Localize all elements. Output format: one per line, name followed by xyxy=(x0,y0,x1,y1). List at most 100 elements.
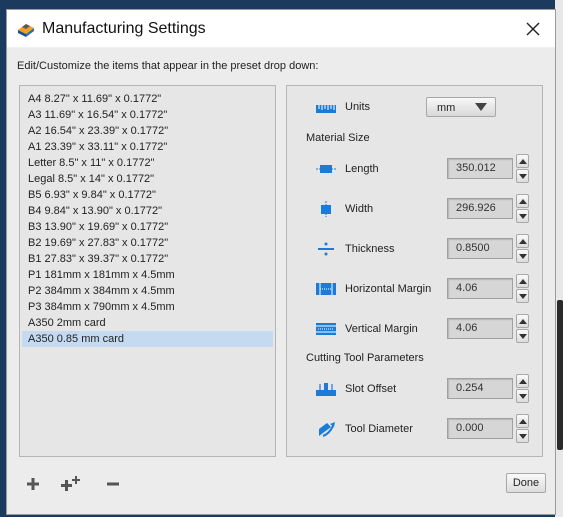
horizontal-margin-stepper xyxy=(516,274,530,304)
arrow-up-icon xyxy=(518,378,527,384)
preset-item[interactable]: A2 16.54" x 23.39" x 0.1772" xyxy=(22,123,273,139)
increment-button[interactable] xyxy=(516,274,529,288)
app-icon xyxy=(18,24,34,37)
increment-button[interactable] xyxy=(516,234,529,248)
slot-offset-icon xyxy=(316,383,336,396)
arrow-down-icon xyxy=(518,173,527,179)
preset-item[interactable]: P3 384mm x 790mm x 4.5mm xyxy=(22,299,273,315)
length-row: Length 350.012 xyxy=(287,154,542,184)
units-value: mm xyxy=(437,102,456,114)
preset-item[interactable]: A4 8.27" x 11.69" x 0.1772" xyxy=(22,91,273,107)
width-label: Width xyxy=(345,203,374,215)
slot-offset-stepper xyxy=(516,374,530,404)
decrement-button[interactable] xyxy=(516,249,529,263)
length-label: Length xyxy=(345,163,379,175)
preset-item[interactable]: Letter 8.5" x 11" x 0.1772" xyxy=(22,155,273,171)
units-label: Units xyxy=(345,101,371,113)
increment-button[interactable] xyxy=(516,314,529,328)
preset-item[interactable]: B5 6.93" x 9.84" x 0.1772" xyxy=(22,187,273,203)
length-input[interactable]: 350.012 xyxy=(447,158,513,179)
decrement-button[interactable] xyxy=(516,389,529,403)
thickness-stepper xyxy=(516,234,530,264)
vertical-margin-stepper xyxy=(516,314,530,344)
width-input[interactable]: 296.926 xyxy=(447,198,513,219)
done-button[interactable]: Done xyxy=(506,473,546,493)
background-window-edge xyxy=(555,0,563,517)
preset-item[interactable]: P2 384mm x 384mm x 4.5mm xyxy=(22,283,273,299)
decrement-button[interactable] xyxy=(516,169,529,183)
preset-list[interactable]: A4 8.27" x 11.69" x 0.1772" A3 11.69" x … xyxy=(19,85,276,457)
increment-button[interactable] xyxy=(516,194,529,208)
manufacturing-settings-dialog: Manufacturing Settings Edit/Customize th… xyxy=(6,9,556,515)
width-stepper xyxy=(516,194,530,224)
cutting-tool-heading: Cutting Tool Parameters xyxy=(306,352,424,364)
arrow-down-icon xyxy=(518,333,527,339)
tool-diameter-label: Tool Diameter xyxy=(345,423,413,435)
settings-panel: Units mm Material Size Length 350.012 Wi… xyxy=(286,85,543,457)
arrow-up-icon xyxy=(518,418,527,424)
add-copy-preset-button[interactable] xyxy=(60,473,82,495)
vertical-margin-icon xyxy=(316,323,336,335)
plus-icon xyxy=(27,478,39,490)
increment-button[interactable] xyxy=(516,374,529,388)
remove-preset-button[interactable] xyxy=(102,473,124,495)
material-size-heading: Material Size xyxy=(306,132,370,144)
increment-button[interactable] xyxy=(516,154,529,168)
instruction-text: Edit/Customize the items that appear in … xyxy=(17,60,319,72)
slot-offset-row: Slot Offset 0.254 xyxy=(287,374,542,404)
minus-icon xyxy=(107,482,119,486)
tool-diameter-icon xyxy=(319,422,335,437)
tool-diameter-row: Tool Diameter 0.000 xyxy=(287,414,542,444)
arrow-down-icon xyxy=(518,293,527,299)
vertical-margin-label: Vertical Margin xyxy=(345,323,418,335)
horizontal-margin-input[interactable]: 4.06 xyxy=(447,278,513,299)
preset-item[interactable]: A350 2mm card xyxy=(22,315,273,331)
length-icon xyxy=(316,165,336,173)
vertical-margin-input[interactable]: 4.06 xyxy=(447,318,513,339)
preset-item[interactable]: P1 181mm x 181mm x 4.5mm xyxy=(22,267,273,283)
preset-item-selected[interactable]: A350 0.85 mm card xyxy=(22,331,273,347)
preset-item[interactable]: B3 13.90" x 19.69" x 0.1772" xyxy=(22,219,273,235)
preset-item[interactable]: Legal 8.5" x 14" x 0.1772" xyxy=(22,171,273,187)
dropdown-arrow-icon xyxy=(475,103,487,111)
width-icon xyxy=(321,201,331,217)
thickness-icon xyxy=(318,242,334,256)
thickness-row: Thickness 0.8500 xyxy=(287,234,542,264)
increment-button[interactable] xyxy=(516,414,529,428)
window-title: Manufacturing Settings xyxy=(42,20,206,37)
arrow-down-icon xyxy=(518,393,527,399)
arrow-down-icon xyxy=(518,253,527,259)
arrow-down-icon xyxy=(518,433,527,439)
units-dropdown[interactable]: mm xyxy=(426,97,496,117)
arrow-up-icon xyxy=(518,198,527,204)
add-preset-button[interactable] xyxy=(22,473,44,495)
title-bar: Manufacturing Settings xyxy=(7,10,555,48)
vertical-margin-row: Vertical Margin 4.06 xyxy=(287,314,542,344)
thickness-label: Thickness xyxy=(345,243,395,255)
arrow-up-icon xyxy=(518,158,527,164)
units-row: Units mm xyxy=(287,92,542,122)
close-icon xyxy=(526,22,540,36)
thickness-input[interactable]: 0.8500 xyxy=(447,238,513,259)
decrement-button[interactable] xyxy=(516,329,529,343)
close-button[interactable] xyxy=(517,14,549,44)
decrement-button[interactable] xyxy=(516,429,529,443)
tool-diameter-input[interactable]: 0.000 xyxy=(447,418,513,439)
preset-item[interactable]: B4 9.84" x 13.90" x 0.1772" xyxy=(22,203,273,219)
decrement-button[interactable] xyxy=(516,209,529,223)
length-stepper xyxy=(516,154,530,184)
tool-diameter-stepper xyxy=(516,414,530,444)
arrow-up-icon xyxy=(518,278,527,284)
arrow-up-icon xyxy=(518,238,527,244)
horizontal-margin-icon xyxy=(316,283,336,295)
preset-item[interactable]: B2 19.69" x 27.83" x 0.1772" xyxy=(22,235,273,251)
slot-offset-input[interactable]: 0.254 xyxy=(447,378,513,399)
decrement-button[interactable] xyxy=(516,289,529,303)
preset-item[interactable]: B1 27.83" x 39.37" x 0.1772" xyxy=(22,251,273,267)
horizontal-margin-label: Horizontal Margin xyxy=(345,283,432,295)
preset-item[interactable]: A1 23.39" x 33.11" x 0.1772" xyxy=(22,139,273,155)
arrow-up-icon xyxy=(518,318,527,324)
ruler-icon xyxy=(316,105,336,113)
preset-item[interactable]: A3 11.69" x 16.54" x 0.1772" xyxy=(22,107,273,123)
horizontal-margin-row: Horizontal Margin 4.06 xyxy=(287,274,542,304)
